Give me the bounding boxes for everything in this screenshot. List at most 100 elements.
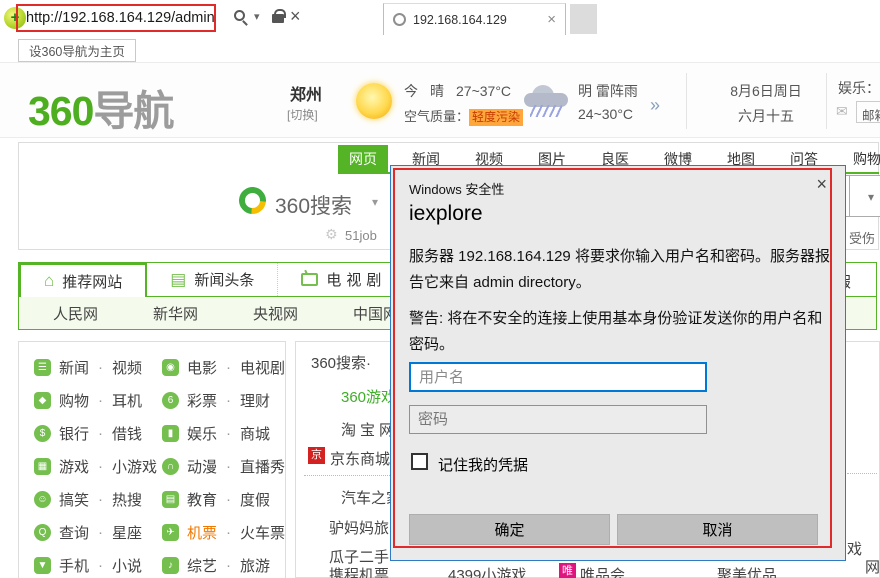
link-yangshiwang[interactable]: 央视网 [253, 303, 298, 324]
news-icon: ▤ [170, 270, 186, 290]
site-logo[interactable]: 360导航 [28, 77, 173, 137]
sidebar-item-variety[interactable]: ♪综艺·旅游 [147, 549, 285, 578]
news-video-icon: ☰ [34, 359, 51, 376]
link-4399[interactable]: 4399小游戏 [448, 564, 526, 578]
tab-recommended-sites[interactable]: ⌂推荐网站 [19, 263, 147, 297]
site-header: 360导航 郑州 [切换] 今晴27~37°C 空气质量：轻度污染 明 雷阵雨 … [0, 63, 880, 138]
search-icon[interactable] [234, 10, 245, 21]
set-homepage-button[interactable]: 设360导航为主页 [18, 39, 136, 62]
tab-close-icon[interactable]: × [547, 11, 556, 28]
cart-icon: ▼ [34, 557, 51, 574]
dialog-warning: 警告: 将在不安全的连接上使用基本身份验证发送你的用户名和密码。 [409, 306, 833, 358]
remember-credentials-checkbox[interactable] [411, 453, 428, 470]
sidebar-item-education[interactable]: ▤教育·度假 [147, 483, 285, 516]
ie-browser-window: http://192.168.164.129/admin ▾ × 192.168… [0, 0, 880, 578]
engine-caret-icon[interactable]: ▾ [372, 195, 378, 209]
cancel-button[interactable]: 取消 [617, 514, 818, 545]
entertainment-icon: ▮ [162, 425, 179, 442]
plane-ticket-icon: ✈ [162, 524, 179, 541]
date-lunar: 六月十五 [712, 106, 820, 126]
link-ctrip[interactable]: 携程机票 [329, 564, 389, 578]
sun-weather-icon [356, 83, 392, 119]
sidebar-item-anime[interactable]: ∩动漫·直播秀 [147, 450, 285, 483]
divider [847, 473, 877, 474]
remember-credentials-label: 记住我的凭据 [438, 454, 528, 475]
ok-button[interactable]: 确定 [409, 514, 610, 545]
city-name[interactable]: 郑州 [290, 81, 322, 105]
tab-webpage[interactable]: 网页 [338, 145, 388, 173]
logo-360: 360 [28, 88, 93, 134]
search-select-dropdown[interactable]: ▾ [849, 175, 880, 217]
divider [826, 73, 827, 129]
link-360game[interactable]: 360游戏 [341, 386, 396, 407]
browser-chrome: http://192.168.164.129/admin ▾ × 192.168… [0, 0, 880, 36]
dialog-close-icon[interactable]: × [816, 174, 827, 195]
lottery-icon: 6 [162, 392, 179, 409]
gear-icon[interactable]: ⚙ [325, 226, 338, 243]
username-field[interactable] [409, 362, 707, 392]
home-icon: ⌂ [44, 271, 54, 291]
city-switch-link[interactable]: [切换] [287, 106, 318, 123]
headphones-icon: ∩ [162, 458, 179, 475]
link-lvmama[interactable]: 驴妈妈旅 [329, 517, 389, 538]
sidebar-item-games[interactable]: ▦游戏·小游戏 [19, 450, 147, 483]
dialog-message: 服务器 192.168.164.129 将要求你输入用户名和密码。服务器报告它来… [409, 244, 833, 296]
favorites-bar: 设360导航为主页 [0, 36, 880, 63]
address-url[interactable]: http://192.168.164.129/admin [26, 10, 215, 26]
new-tab-button[interactable] [570, 4, 597, 34]
stop-icon[interactable]: × [290, 6, 301, 27]
rain-weather-icon [524, 83, 570, 117]
hot-search-word[interactable]: 受伤 [849, 228, 875, 247]
entertainment-headline[interactable]: 娱乐：刘 [838, 78, 880, 98]
tab-title: 192.168.164.129 [413, 13, 540, 27]
microphone-icon: ♪ [162, 557, 179, 574]
sidebar-item-movie-tv[interactable]: ◉电影·电视剧 [147, 351, 285, 384]
link-xinhuawang[interactable]: 新华网 [153, 303, 198, 324]
link-jumei[interactable]: 聚美优品 [717, 564, 777, 578]
sidebar-item-lottery[interactable]: 6彩票·理财 [147, 384, 285, 417]
air-quality: 空气质量：轻度污染 [404, 106, 523, 126]
link-jd[interactable]: 京东商城 [330, 448, 390, 469]
hot-search-word[interactable]: 51job [345, 228, 377, 243]
air-quality-badge[interactable]: 轻度污染 [469, 109, 523, 126]
address-bar-icons: ▾ × [234, 8, 304, 28]
chevron-down-icon[interactable]: ▾ [254, 10, 260, 23]
weather-tomorrow-temp: 24~30°C [578, 106, 633, 122]
link-renminwang[interactable]: 人民网 [53, 303, 98, 324]
sidebar-item-entertainment[interactable]: ▮娱乐·商城 [147, 417, 285, 450]
windows-security-dialog: Windows 安全性 × iexplore 服务器 192.168.164.1… [390, 165, 846, 561]
magnifier-icon: Q [34, 524, 51, 541]
dialog-title: Windows 安全性 [409, 179, 504, 198]
sidebar-item-bank[interactable]: $银行·借钱 [19, 417, 147, 450]
password-field[interactable] [409, 405, 707, 434]
link-vipshop[interactable]: 唯品会 [580, 564, 625, 578]
sidebar-item-funny[interactable]: ☺搞笑·热搜 [19, 483, 147, 516]
weather-tomorrow: 明 雷阵雨 [578, 81, 638, 101]
link-360search[interactable]: 360搜索· [311, 352, 371, 373]
sidebar-item-mobile[interactable]: ▼手机·小说 [19, 549, 147, 578]
tab-shopping[interactable]: 购物 [842, 145, 880, 173]
bank-dollar-icon: $ [34, 425, 51, 442]
jd-badge: 京 [308, 447, 325, 464]
mail-icon: ✉ [836, 103, 848, 120]
sidebar-item-tickets[interactable]: ✈机票·火车票 [147, 516, 285, 549]
smiley-icon: ☺ [34, 491, 51, 508]
divider [686, 73, 687, 129]
tab-news-headlines[interactable]: ▤新闻头条 [147, 263, 278, 296]
more-weather-icon[interactable]: » [650, 95, 660, 116]
loading-spinner-icon [393, 13, 406, 26]
weather-today: 今晴27~37°C [404, 81, 511, 101]
movie-icon: ◉ [162, 359, 179, 376]
tv-icon [301, 273, 318, 286]
partial-link-text: 戏 [847, 538, 862, 559]
gamepad-icon: ▦ [34, 458, 51, 475]
category-sidebar: ☰新闻·视频 ◉电影·电视剧 ◆购物·耳机 6彩票·理财 $银行·借钱 ▮娱乐·… [18, 341, 286, 578]
search-engine-name[interactable]: 360搜索 [275, 190, 352, 220]
shopping-bag-icon: ◆ [34, 392, 51, 409]
sidebar-item-lookup[interactable]: Q查询·星座 [19, 516, 147, 549]
divider [304, 475, 392, 476]
browser-tab[interactable]: 192.168.164.129 × [383, 3, 566, 35]
sidebar-item-shopping[interactable]: ◆购物·耳机 [19, 384, 147, 417]
mail-link[interactable]: 邮箱 [856, 101, 880, 123]
sidebar-item-news-video[interactable]: ☰新闻·视频 [19, 351, 147, 384]
